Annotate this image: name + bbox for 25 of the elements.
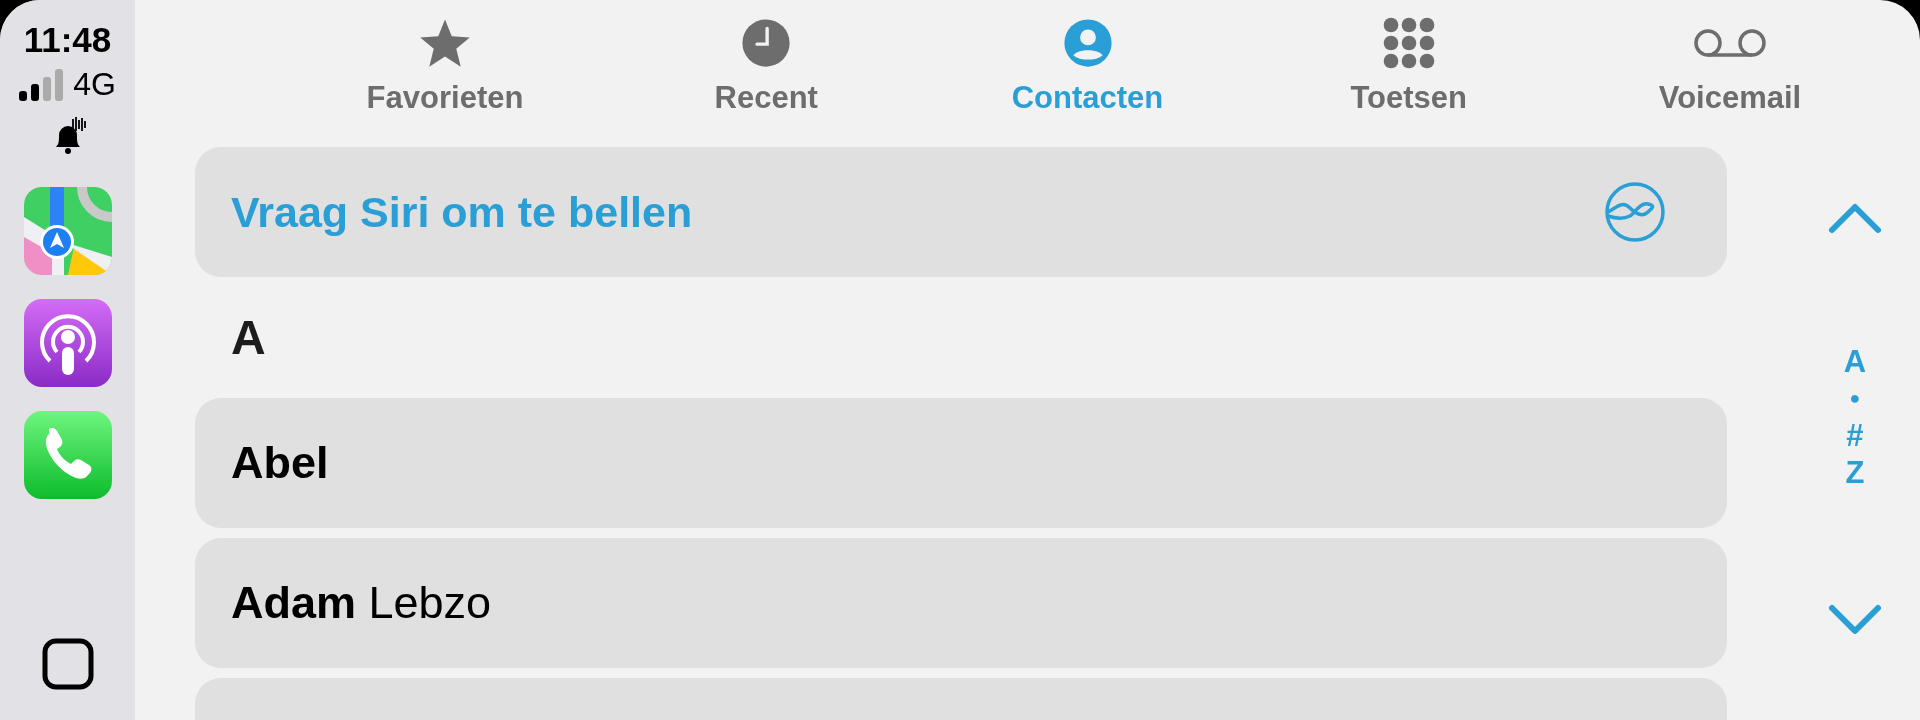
signal-icon (19, 68, 66, 101)
chevron-down-icon[interactable] (1827, 603, 1883, 637)
tab[interactable]: Voicemail (1580, 0, 1880, 147)
home-button-icon[interactable] (41, 638, 94, 690)
maps-app-icon[interactable] (23, 187, 112, 275)
tab[interactable]: Favorieten (295, 0, 595, 147)
tab[interactable]: Toetsen (1258, 0, 1559, 147)
section-header: A (230, 310, 267, 366)
phone-app-icon[interactable] (23, 411, 112, 499)
tab[interactable]: Recent (616, 0, 917, 147)
contact-row[interactable]: Adam Lebzo (195, 538, 1727, 668)
index-letter[interactable]: ● (1849, 380, 1861, 417)
index-letter[interactable]: # (1846, 417, 1864, 454)
keypad-icon (1381, 16, 1436, 70)
contact-name: Adam Lebzo (231, 577, 492, 629)
clock-time: 11:48 (23, 20, 112, 60)
index-letter[interactable]: A (1843, 343, 1867, 380)
tab[interactable]: Contacten (937, 0, 1238, 147)
contact-name: Abel (231, 437, 329, 489)
index-letter[interactable]: Z (1845, 454, 1865, 491)
contact-row[interactable]: Abel (195, 398, 1727, 528)
network-type: 4G (73, 66, 116, 103)
podcasts-app-icon[interactable] (23, 299, 112, 387)
siri-icon (1605, 182, 1665, 242)
chevron-up-icon[interactable] (1827, 201, 1883, 235)
